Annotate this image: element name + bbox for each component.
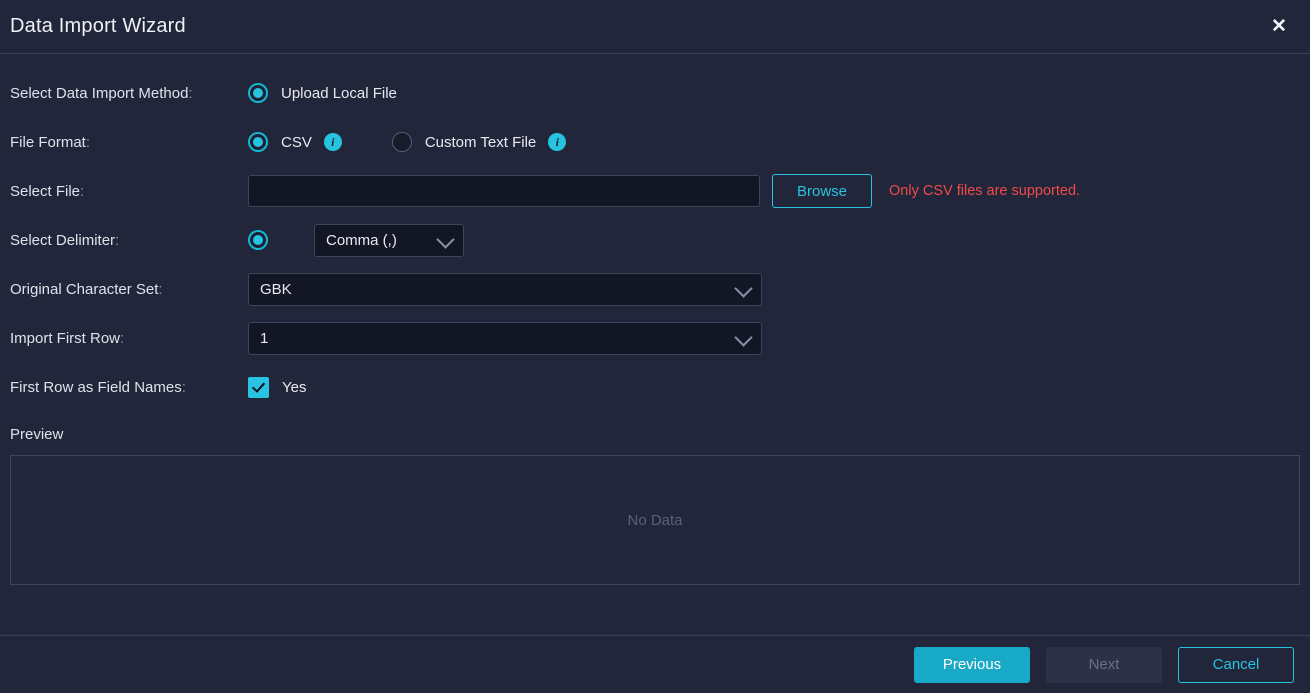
row-import-first-row: Import First Row: 1 [10,321,1300,355]
label-colon: : [158,280,163,298]
close-icon[interactable]: ✕ [1266,14,1292,40]
preview-label: Preview [10,426,64,443]
csv-warning-text: Only CSV files are supported. [889,183,1081,199]
control-file-format: CSV i Custom Text File i [248,132,567,152]
label-select-delimiter-text: Select Delimiter [10,231,116,249]
radio-delimiter[interactable] [248,230,268,250]
label-colon: : [181,378,186,396]
label-file-format: File Format: [10,134,248,151]
radio-upload-local-file[interactable] [248,83,268,103]
radio-custom-text-file[interactable] [391,132,412,152]
chevron-down-icon [734,328,753,347]
radio-label-upload-local-file: Upload Local File [281,84,397,102]
character-set-select[interactable]: GBK [248,272,762,306]
label-character-set-text: Original Character Set [10,280,159,298]
select-file-input[interactable] [248,175,760,207]
label-import-first-row: Import First Row: [10,330,248,347]
delimiter-select[interactable]: Comma (,) [314,223,464,257]
label-colon: : [188,84,193,102]
radio-csv[interactable] [248,132,268,152]
checkbox-label-yes: Yes [282,378,307,396]
label-select-delimiter: Select Delimiter: [10,232,248,249]
control-import-method: Upload Local File [248,83,397,103]
info-icon-custom-text-file[interactable]: i [548,133,567,151]
import-first-row-select-value: 1 [260,329,269,347]
label-import-first-row-text: Import First Row [10,329,121,347]
dialog-body: Select Data Import Method: Upload Local … [0,54,1310,585]
dialog-footer: Previous Next Cancel [0,635,1310,693]
control-character-set: GBK [248,272,762,306]
control-select-file: Browse Only CSV files are supported. [248,174,1080,208]
label-select-file-text: Select File [10,182,81,200]
label-file-format-text: File Format [10,133,86,151]
control-import-first-row: 1 [248,321,762,355]
label-character-set: Original Character Set: [10,281,248,298]
row-select-delimiter: Select Delimiter: Comma (,) [10,223,1300,257]
chevron-down-icon [734,279,753,298]
control-first-row-field-names: Yes [248,376,307,398]
label-first-row-field-names-text: First Row as Field Names [10,378,182,396]
label-colon: : [80,182,85,200]
browse-button[interactable]: Browse [772,174,873,208]
row-file-format: File Format: CSV i Custom Text File i [10,125,1300,159]
label-import-method: Select Data Import Method: [10,85,248,102]
row-import-method: Select Data Import Method: Upload Local … [10,76,1300,110]
previous-button[interactable]: Previous [914,646,1030,683]
radio-label-csv: CSV [281,133,312,151]
next-button: Next [1046,646,1162,683]
chevron-down-icon [436,230,455,249]
import-first-row-select[interactable]: 1 [248,321,762,355]
preview-empty-text: No Data [627,511,683,529]
control-select-delimiter: Comma (,) [248,223,464,257]
label-colon: : [85,133,91,151]
label-colon: : [115,231,120,249]
row-select-file: Select File: Browse Only CSV files are s… [10,174,1300,208]
row-character-set: Original Character Set: GBK [10,272,1300,306]
label-import-method-text: Select Data Import Method [10,84,189,102]
preview-panel: No Data [10,455,1300,585]
delimiter-select-value: Comma (,) [326,231,397,249]
label-colon: : [120,329,125,347]
row-first-row-field-names: First Row as Field Names: Yes [10,370,1300,404]
label-select-file: Select File: [10,183,248,200]
character-set-select-value: GBK [260,280,292,298]
checkbox-first-row-as-field-names[interactable] [248,376,269,398]
info-icon-csv[interactable]: i [323,133,342,151]
radio-label-custom-text-file: Custom Text File [424,133,537,151]
label-first-row-field-names: First Row as Field Names: [10,379,248,396]
page-title: Data Import Wizard [10,15,186,37]
cancel-button[interactable]: Cancel [1178,646,1294,683]
dialog-header: Data Import Wizard ✕ [0,0,1310,54]
